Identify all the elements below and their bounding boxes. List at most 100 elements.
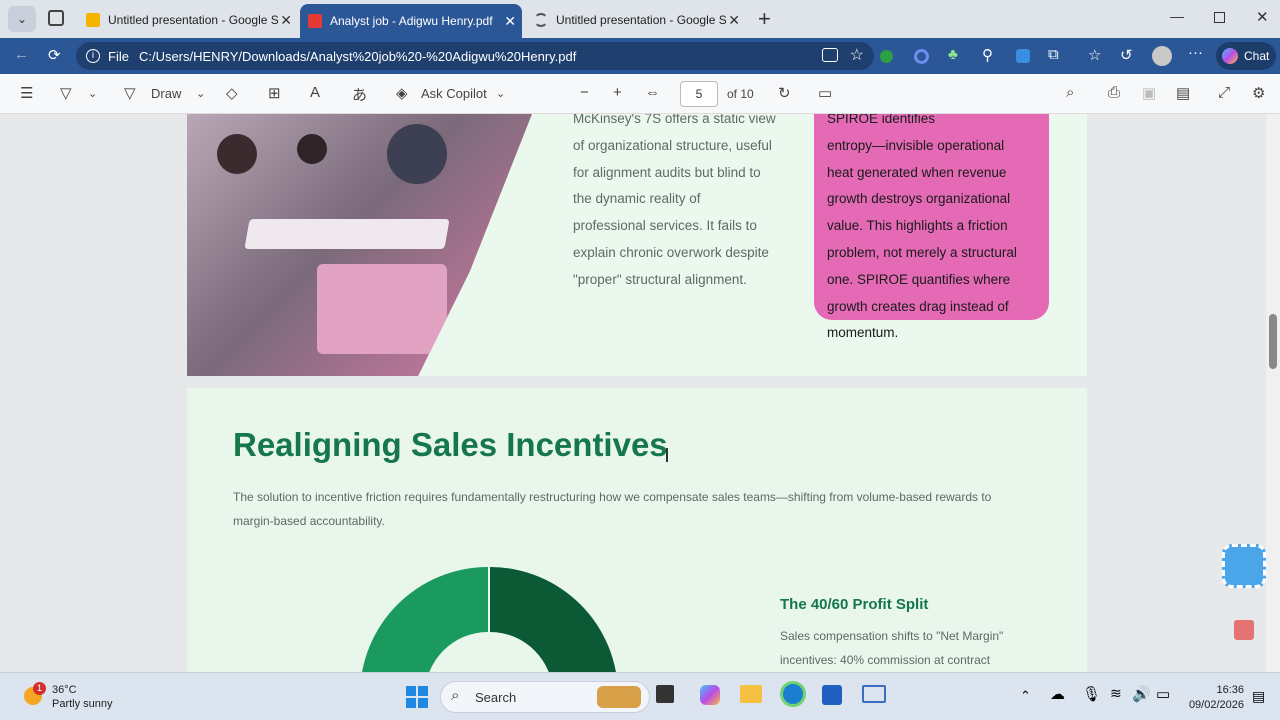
meeting-photo xyxy=(187,114,532,376)
save-as-icon[interactable]: ▤ xyxy=(1176,84,1190,102)
wifi-icon[interactable]: ≋ xyxy=(1110,685,1122,702)
rotate-icon[interactable]: ↻ xyxy=(778,84,791,102)
monitor-app-icon[interactable] xyxy=(862,685,886,703)
contents-icon[interactable]: ☰ xyxy=(20,84,33,102)
photo-chair xyxy=(317,264,447,354)
chevron-down-icon[interactable]: ⌄ xyxy=(196,87,205,100)
section-paragraph: The solution to incentive friction requi… xyxy=(233,490,992,528)
refresh-icon[interactable]: ⟳ xyxy=(48,46,61,64)
highlight-icon[interactable]: ▽ xyxy=(60,84,72,102)
chevron-up-icon[interactable]: ⌃ xyxy=(1020,688,1031,704)
page-number-input[interactable]: 5 xyxy=(680,81,718,107)
close-tab-icon[interactable]: ✕ xyxy=(504,13,516,30)
weather-temp: 36°C xyxy=(52,684,77,696)
draw-label[interactable]: Draw xyxy=(151,86,181,101)
translate-icon[interactable]: あ xyxy=(352,84,367,105)
zoom-in-icon[interactable]: + xyxy=(613,84,622,101)
text-box-icon[interactable]: ⊞ xyxy=(268,84,281,102)
microphone-icon[interactable]: 🎙 xyxy=(1082,685,1101,703)
text-line: of organizational structure, useful xyxy=(573,137,772,153)
close-tab-icon[interactable]: ✕ xyxy=(280,12,292,29)
url-field[interactable]: i File C:/Users/HENRY/Downloads/Analyst%… xyxy=(76,42,874,70)
history-icon[interactable]: ↺ xyxy=(1120,46,1133,64)
eraser-icon[interactable]: ◇ xyxy=(226,84,238,102)
donut-segment-60 xyxy=(490,567,616,672)
zoom-out-icon[interactable]: − xyxy=(580,84,589,101)
save-icon[interactable]: ▣ xyxy=(1142,84,1156,102)
more-menu-icon[interactable]: ··· xyxy=(1188,44,1203,61)
extension-leaf-icon[interactable]: ♣ xyxy=(948,46,958,63)
fit-width-icon[interactable]: ⇔ xyxy=(645,84,660,101)
taskbar-search[interactable]: ⌕ Search xyxy=(440,681,650,713)
profile-avatar[interactable] xyxy=(1152,46,1172,66)
pdf-quick-icon[interactable] xyxy=(1234,620,1254,640)
extension-gear-icon[interactable] xyxy=(1016,49,1030,63)
extension-circle-icon[interactable] xyxy=(914,49,929,64)
text-line: value. This highlights a friction xyxy=(827,218,1008,234)
volume-icon[interactable]: 🔊 xyxy=(1132,685,1151,703)
reader-icon[interactable] xyxy=(822,48,838,62)
restore-button[interactable] xyxy=(1214,12,1225,23)
notifications-icon[interactable]: ▤ xyxy=(1252,688,1265,705)
file-explorer-icon[interactable] xyxy=(740,685,762,703)
text-line: heat generated when revenue xyxy=(827,164,1007,180)
close-window-button[interactable]: ✕ xyxy=(1256,8,1269,26)
page-view-icon[interactable]: ▭ xyxy=(818,84,832,102)
favorites-icon[interactable]: ☆ xyxy=(1088,46,1101,64)
extension-link-icon[interactable]: ⚲ xyxy=(982,46,993,64)
extensions-puzzle-icon[interactable]: ⧉ xyxy=(1048,46,1059,63)
text-line: problem, not merely a structural xyxy=(827,244,1017,260)
fullscreen-icon[interactable]: ⤢ xyxy=(1218,84,1230,101)
url-scheme: File xyxy=(108,48,129,64)
section-heading: Realigning Sales Incentives xyxy=(233,426,668,463)
new-tab-button[interactable]: + xyxy=(758,6,771,32)
taskbar: 1 36°C Partly sunny ⌕ Search ⌃ ☁ 🎙 ≋ 🔊 ▭… xyxy=(0,672,1280,720)
clock-date: 09/02/2026 xyxy=(1188,699,1244,711)
copilot-app-icon[interactable] xyxy=(700,685,720,705)
chevron-down-icon[interactable]: ⌄ xyxy=(496,87,505,100)
extension-green-icon[interactable] xyxy=(880,50,893,63)
snipping-tool-icon[interactable] xyxy=(1222,544,1266,588)
vertical-scrollbar[interactable] xyxy=(1266,114,1280,672)
task-view-icon[interactable] xyxy=(656,685,674,703)
pdf-page-5: Realigning Sales Incentives The solution… xyxy=(187,388,1087,672)
draw-icon[interactable]: ▽ xyxy=(124,84,136,102)
tab-actions-button[interactable]: ⌄ xyxy=(8,6,36,32)
tab-slides-2[interactable]: Untitled presentation - Google Slides ✕ xyxy=(526,6,746,34)
scrollbar-thumb[interactable] xyxy=(1269,314,1277,369)
text-line: growth creates drag instead of xyxy=(827,298,1009,314)
read-aloud-icon[interactable]: A xyxy=(310,84,320,101)
workspaces-icon[interactable] xyxy=(48,10,64,26)
start-button[interactable] xyxy=(406,686,428,708)
pdf-viewer[interactable]: McKinsey's 7S offers a static view of or… xyxy=(0,114,1280,672)
battery-icon[interactable]: ▭ xyxy=(1156,685,1170,703)
store-icon[interactable] xyxy=(822,685,842,705)
url-text: C:/Users/HENRY/Downloads/Analyst%20job%2… xyxy=(138,48,577,64)
text-line: McKinsey's 7S offers a static view xyxy=(573,114,776,126)
settings-gear-icon[interactable]: ⚙ xyxy=(1252,84,1265,102)
onedrive-icon[interactable]: ☁ xyxy=(1050,685,1065,703)
copilot-chat-button[interactable]: Chat xyxy=(1216,42,1276,70)
edge-browser-icon[interactable] xyxy=(780,681,806,707)
system-clock[interactable]: 16:36 09/02/2026 xyxy=(1189,683,1244,713)
favorite-star-icon[interactable]: ☆ xyxy=(850,45,864,65)
minimize-button[interactable]: — xyxy=(1170,8,1184,24)
tab-pdf[interactable]: Analyst job - Adigwu Henry.pdf ✕ xyxy=(300,4,522,38)
tab-label: Analyst job - Adigwu Henry.pdf xyxy=(330,14,493,28)
print-icon[interactable]: ⎙ xyxy=(1108,84,1120,101)
text-line: growth destroys organizational xyxy=(827,191,1011,207)
callout-text: SPIROE identifies entropy—invisible oper… xyxy=(827,114,1042,347)
google-slides-icon xyxy=(86,13,100,27)
text-line: Sales compensation shifts to "Net Margin… xyxy=(780,629,1004,643)
chevron-down-icon[interactable]: ⌄ xyxy=(88,87,97,100)
ask-copilot-label[interactable]: Ask Copilot xyxy=(421,86,487,101)
text-line: for alignment audits but blind to xyxy=(573,164,761,180)
close-tab-icon[interactable]: ✕ xyxy=(728,12,740,29)
weather-widget[interactable]: 36°C Partly sunny xyxy=(52,683,113,711)
text-line: professional services. It fails to xyxy=(573,218,757,234)
search-icon[interactable]: ⌕ xyxy=(1066,84,1074,101)
tab-bar: ⌄ Untitled presentation - Google Slides … xyxy=(0,0,1280,38)
tab-slides-1[interactable]: Untitled presentation - Google Slides ✕ xyxy=(78,6,298,34)
back-icon[interactable]: ← xyxy=(14,46,29,63)
copilot-icon[interactable]: ◈ xyxy=(396,84,408,102)
